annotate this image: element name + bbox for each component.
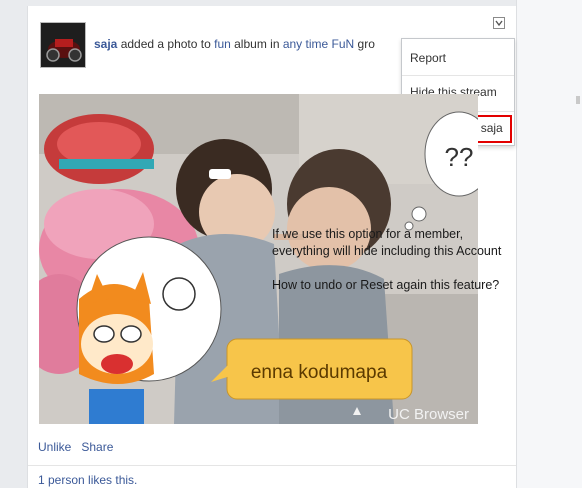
divider (28, 465, 516, 466)
group-link[interactable]: any time FuN (283, 37, 354, 51)
post-options-button[interactable] (493, 17, 505, 29)
likes-count[interactable]: 1 person likes this. (38, 473, 137, 487)
avatar[interactable] (40, 22, 86, 68)
annotation-line: If we use this option for a member, (272, 227, 464, 241)
thought-bubble-text: ?? (445, 142, 474, 172)
unlike-link[interactable]: Unlike (38, 440, 71, 454)
share-link[interactable]: Share (81, 440, 113, 454)
group-suffix: gro (354, 37, 375, 51)
post-header: saja added a photo to fun album in any t… (94, 37, 400, 51)
menu-item-report[interactable]: Report (402, 43, 514, 73)
speech-bubble-text: enna kodumapa (251, 362, 388, 383)
annotation-text: If we use this option for a member, ever… (272, 226, 572, 294)
action-text: added a photo to (117, 37, 215, 51)
annotation-spacer (272, 260, 572, 277)
chevron-down-icon (495, 20, 503, 27)
annotation-line: everything will hide including this Acco… (272, 244, 502, 258)
author-link[interactable]: saja (94, 37, 117, 51)
menu-divider (402, 75, 514, 76)
post-actions: Unlike Share (38, 440, 113, 454)
album-link[interactable]: fun (214, 37, 231, 51)
annotation-line: How to undo or Reset again this feature? (272, 278, 500, 292)
album-suffix: album in (230, 37, 283, 51)
photo-watermark: UC Browser (388, 406, 469, 423)
right-column-marker (576, 96, 580, 104)
